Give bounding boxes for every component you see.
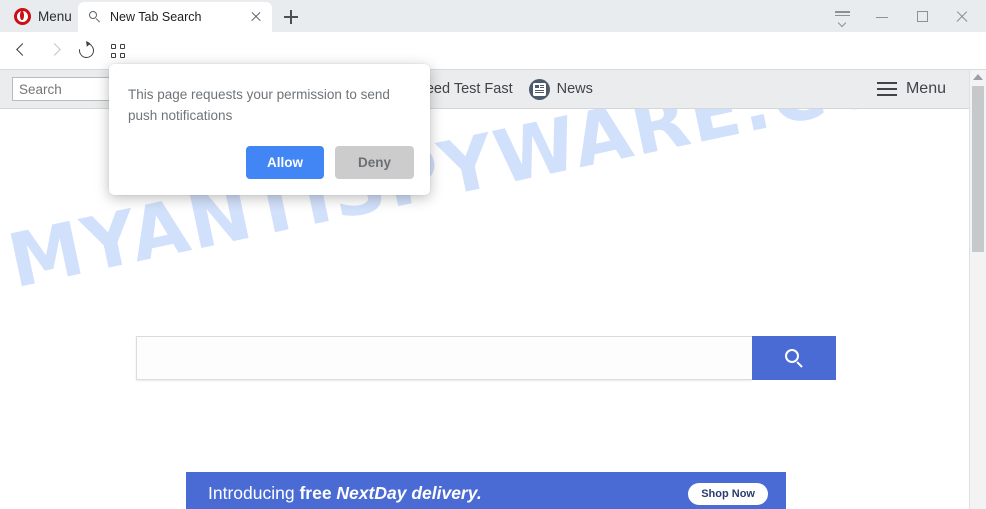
allow-button[interactable]: Allow	[245, 146, 324, 179]
banner-line1-italic: NextDay delivery.	[336, 483, 482, 503]
browser-tab[interactable]: New Tab Search	[78, 2, 272, 32]
main-search-input[interactable]	[136, 336, 752, 380]
scroll-up-arrow-icon[interactable]	[973, 74, 983, 80]
browser-window: Menu New Tab Search VPN search.hgetspeed…	[0, 0, 986, 509]
news-link[interactable]: News	[557, 81, 593, 97]
page-scrollbar[interactable]	[969, 70, 986, 509]
opera-logo-icon	[14, 7, 31, 25]
hamburger-icon	[876, 82, 897, 96]
news-icon	[528, 78, 550, 100]
tab-strip: Menu New Tab Search	[0, 0, 986, 32]
banner-line1-lead: Introducing	[208, 483, 300, 503]
close-window-icon[interactable]	[942, 0, 982, 32]
new-tab-button[interactable]	[279, 5, 303, 29]
scrollbar-thumb[interactable]	[972, 86, 984, 252]
forward-button[interactable]	[42, 39, 66, 63]
magnifier-icon	[784, 348, 804, 368]
push-notification-permission-dialog: This page requests your permission to se…	[109, 64, 430, 195]
opera-menu-button[interactable]: Menu	[6, 3, 80, 29]
tab-title: New Tab Search	[110, 10, 202, 24]
maximize-icon[interactable]	[902, 0, 942, 32]
minimize-icon[interactable]	[862, 0, 902, 32]
deny-button[interactable]: Deny	[334, 146, 414, 179]
window-controls	[822, 0, 982, 32]
back-button[interactable]	[10, 39, 34, 63]
reload-button[interactable]	[74, 39, 98, 63]
site-search-input[interactable]	[12, 77, 116, 101]
close-tab-icon[interactable]	[245, 6, 267, 28]
main-search-box	[136, 336, 836, 380]
search-icon	[89, 10, 102, 24]
opera-menu-label: Menu	[38, 8, 72, 24]
banner-line1-bold: free	[299, 483, 337, 503]
tab-list-icon[interactable]	[822, 0, 862, 32]
permission-buttons: Allow Deny	[245, 146, 414, 179]
walmart-ad-banner[interactable]: Introducing free NextDay delivery. No me…	[186, 472, 786, 509]
permission-message: This page requests your permission to se…	[128, 87, 390, 123]
shop-now-button[interactable]: Shop Now	[688, 483, 768, 505]
site-menu-label: Menu	[905, 80, 946, 97]
banner-line-1: Introducing free NextDay delivery.	[208, 483, 482, 504]
main-search-button[interactable]	[752, 336, 836, 380]
site-menu-button[interactable]: Menu	[876, 80, 946, 98]
speed-dial-grid-icon[interactable]	[106, 39, 130, 63]
